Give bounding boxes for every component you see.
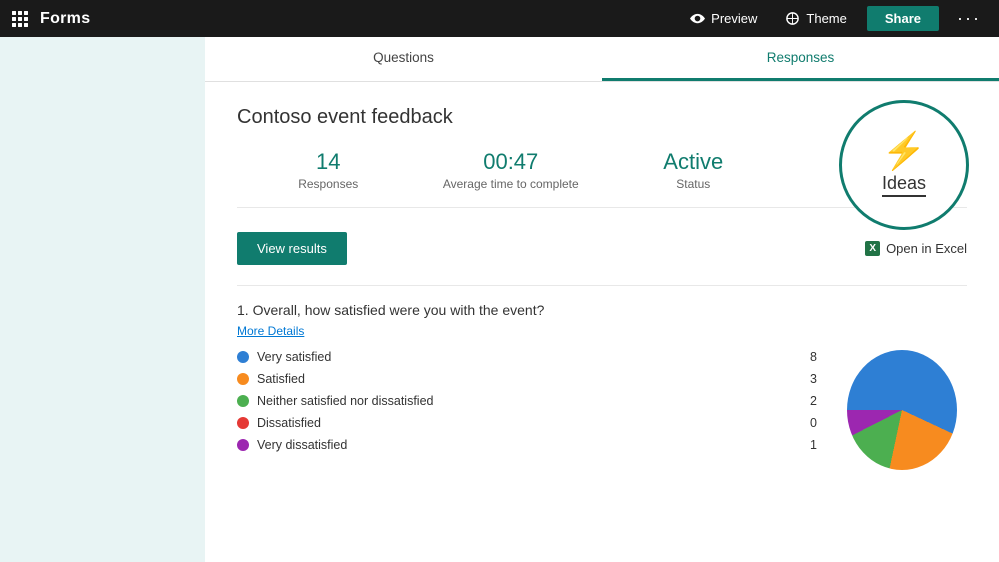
- more-button[interactable]: ···: [951, 6, 987, 31]
- eye-icon: [690, 11, 705, 26]
- actions-row: View results X Open in Excel: [237, 232, 967, 265]
- question-block: 1. Overall, how satisfied were you with …: [237, 285, 967, 470]
- legend-dot: [237, 373, 249, 385]
- excel-icon: X: [865, 241, 880, 256]
- pie-conic: [847, 350, 957, 470]
- chart-area: Very satisfied 8 Satisfied 3 Neither sat…: [237, 350, 967, 470]
- legend-dot: [237, 417, 249, 429]
- legend-item: Very satisfied 8: [237, 350, 817, 364]
- view-results-button[interactable]: View results: [237, 232, 347, 265]
- legend-count: 0: [801, 416, 817, 430]
- legend-item: Neither satisfied nor dissatisfied 2: [237, 394, 817, 408]
- ideas-overlay[interactable]: ⚡ Ideas: [839, 100, 969, 230]
- stat-responses-value: 14: [237, 149, 420, 175]
- theme-label: Theme: [806, 11, 846, 26]
- tab-questions[interactable]: Questions: [205, 37, 602, 81]
- pie-chart: [837, 350, 967, 470]
- legend-count: 8: [801, 350, 817, 364]
- legend-label: Dissatisfied: [257, 416, 785, 430]
- more-details-link[interactable]: More Details: [237, 324, 967, 338]
- legend-dot: [237, 439, 249, 451]
- question-number: 1.: [237, 302, 249, 318]
- legend-count: 2: [801, 394, 817, 408]
- share-button[interactable]: Share: [867, 6, 939, 31]
- stat-responses-label: Responses: [237, 177, 420, 191]
- stat-status-value: Active: [602, 149, 785, 175]
- waffle-grid: [12, 11, 28, 27]
- tabs: Questions Responses: [205, 37, 999, 82]
- legend-item: Satisfied 3: [237, 372, 817, 386]
- open-excel-button[interactable]: X Open in Excel: [865, 241, 967, 256]
- preview-button[interactable]: Preview: [682, 7, 765, 30]
- open-excel-label: Open in Excel: [886, 241, 967, 256]
- legend-dot: [237, 351, 249, 363]
- legend-item: Very dissatisfied 1: [237, 438, 817, 452]
- legend-item: Dissatisfied 0: [237, 416, 817, 430]
- bolt-icon: ⚡: [882, 133, 927, 169]
- theme-icon: [785, 11, 800, 26]
- stat-status: Active Status: [602, 149, 785, 191]
- brand-name: Forms: [40, 10, 90, 28]
- legend-label: Very dissatisfied: [257, 438, 785, 452]
- question-title: 1. Overall, how satisfied were you with …: [237, 302, 967, 318]
- stat-responses: 14 Responses: [237, 149, 420, 191]
- legend-count: 1: [801, 438, 817, 452]
- main-area: Questions Responses Contoso event feedba…: [0, 37, 999, 562]
- preview-label: Preview: [711, 11, 757, 26]
- legend-label: Very satisfied: [257, 350, 785, 364]
- side-left: [0, 37, 205, 562]
- stat-time: 00:47 Average time to complete: [420, 149, 603, 191]
- stat-time-label: Average time to complete: [420, 177, 603, 191]
- apps-icon[interactable]: [12, 11, 28, 27]
- ideas-label: Ideas: [882, 173, 926, 197]
- legend-label: Satisfied: [257, 372, 785, 386]
- legend-count: 3: [801, 372, 817, 386]
- legend-dot: [237, 395, 249, 407]
- theme-button[interactable]: Theme: [777, 7, 854, 30]
- question-text: Overall, how satisfied were you with the…: [253, 302, 545, 318]
- tab-responses[interactable]: Responses: [602, 37, 999, 81]
- stat-time-value: 00:47: [420, 149, 603, 175]
- chart-legend: Very satisfied 8 Satisfied 3 Neither sat…: [237, 350, 817, 470]
- navbar: Forms Preview Theme Share ···: [0, 0, 999, 37]
- stat-status-label: Status: [602, 177, 785, 191]
- legend-label: Neither satisfied nor dissatisfied: [257, 394, 785, 408]
